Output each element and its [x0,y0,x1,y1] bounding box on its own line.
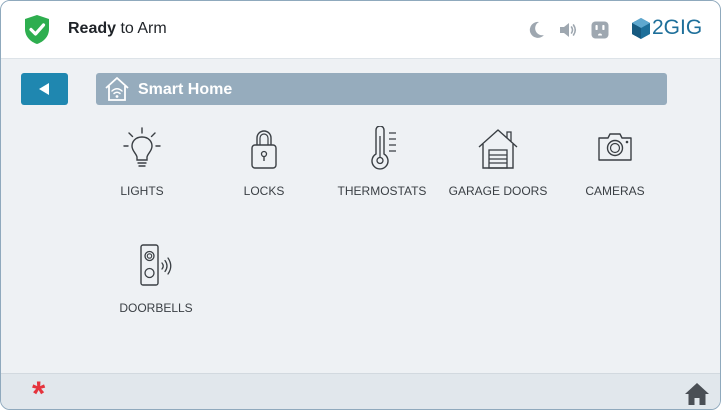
tile-locks-label: LOCKS [243,184,285,198]
footer-bar [1,373,720,409]
left-triangle-icon [39,83,49,95]
tile-doorbells[interactable]: DOORBELLS [101,243,211,333]
tile-garage-doors[interactable]: GARAGE DOORS [443,126,553,216]
panel-frame: Ready to Arm 2GIG Smart Home LIGHTS LOCK… [0,0,721,410]
shield-check-icon [25,15,49,44]
padlock-icon [251,130,277,169]
asterisk-icon[interactable]: * [32,377,45,409]
doorbell-icon [140,244,172,286]
camera-icon [598,133,632,161]
page-title: Smart Home [138,81,233,98]
smart-home-icon [105,77,129,101]
tile-cameras-label: CAMERAS [585,184,645,198]
lightbulb-icon [123,127,161,167]
tile-locks[interactable]: LOCKS [209,126,319,216]
tile-cameras[interactable]: CAMERAS [560,126,670,216]
2gig-logo-icon [632,18,650,39]
brand-name: 2GIG [652,16,703,39]
tile-thermostats-label: THERMOSTATS [337,184,427,198]
tile-garage-doors-label: GARAGE DOORS [448,184,548,198]
speaker-icon[interactable] [558,20,578,40]
status-bar: Ready to Arm 2GIG [1,1,720,59]
moon-icon[interactable] [526,20,546,40]
arm-status-text[interactable]: Ready to Arm [68,20,167,38]
house-icon[interactable] [684,382,710,406]
back-button[interactable] [21,73,68,105]
tile-lights-label: LIGHTS [120,184,164,198]
thermometer-icon [371,126,396,170]
garage-icon [478,129,518,169]
status-rest: to Arm [116,20,167,37]
tile-lights[interactable]: LIGHTS [87,126,197,216]
status-bold: Ready [68,20,117,37]
tile-thermostats[interactable]: THERMOSTATS [327,126,437,216]
tile-doorbells-label: DOORBELLS [119,301,193,315]
outlet-icon[interactable] [590,20,610,40]
